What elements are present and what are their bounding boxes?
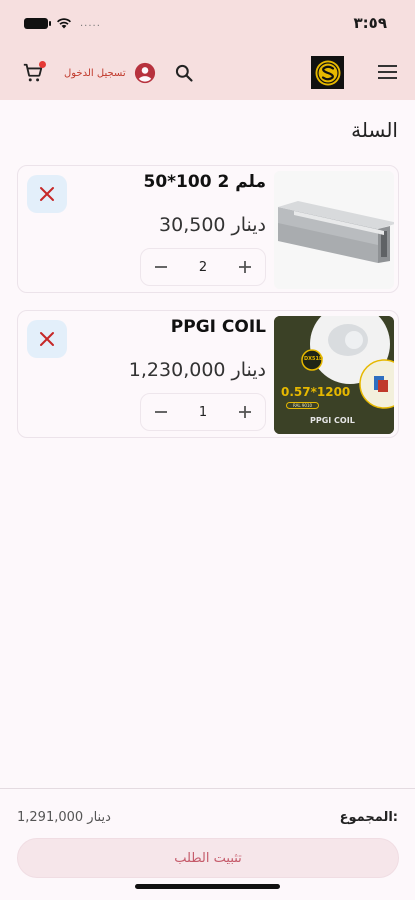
coil-caption-text: PPGI COIL — [310, 416, 355, 425]
coil-size-text: 0.57*1200 — [281, 385, 351, 399]
product-name: PPGI COIL — [170, 317, 266, 337]
cart-item: DX51D 0.57*1200 RAL 9010 PPGI COIL PPGI … — [17, 310, 399, 438]
minus-icon — [155, 266, 167, 268]
page-title: السلة — [351, 118, 398, 142]
close-icon — [40, 332, 54, 346]
account-icon[interactable] — [134, 62, 156, 84]
status-bar: ..... ٣:٥٩ — [0, 0, 415, 46]
steel-profile-image — [274, 171, 394, 289]
cart-screen: ..... ٣:٥٩ تسجيل الدخول السلة 50*100 2 م… — [0, 0, 415, 900]
logo-mark — [315, 60, 340, 85]
quantity-stepper: 1 — [140, 393, 266, 431]
minus-icon — [155, 411, 167, 413]
total-label: المجموع: — [339, 810, 398, 825]
remove-item-button[interactable] — [27, 320, 67, 358]
increment-button[interactable] — [235, 402, 255, 422]
total-value: 1,291,000 دينار — [17, 810, 111, 825]
summary-divider — [0, 788, 415, 789]
app-bar: تسجيل الدخول — [0, 46, 415, 100]
login-link[interactable]: تسجيل الدخول — [64, 68, 126, 79]
quantity-stepper: 2 — [140, 248, 266, 286]
home-indicator — [135, 884, 280, 889]
brand-logo[interactable] — [311, 56, 344, 89]
cart-button[interactable] — [22, 61, 46, 84]
status-time: ٣:٥٩ — [353, 14, 387, 32]
decrement-button[interactable] — [151, 257, 171, 277]
product-price: 1,230,000 دينار — [128, 359, 266, 381]
battery-icon — [24, 17, 51, 29]
increment-button[interactable] — [235, 257, 255, 277]
quantity-value: 1 — [198, 404, 208, 420]
product-image: DX51D 0.57*1200 RAL 9010 PPGI COIL — [274, 316, 394, 434]
carrier-signal: ..... — [80, 17, 101, 29]
status-indicators: ..... — [24, 17, 101, 29]
menu-icon[interactable] — [378, 64, 397, 80]
product-price: 30,500 دينار — [159, 214, 266, 236]
search-icon[interactable] — [174, 63, 194, 83]
cart-item: 50*100 2 ملم 30,500 دينار 2 — [17, 165, 399, 293]
quantity-value: 2 — [198, 259, 208, 275]
product-name: 50*100 2 ملم — [143, 172, 267, 192]
coil-grade-text: RAL 9010 — [286, 402, 320, 409]
cart-badge — [39, 61, 46, 68]
product-image — [274, 171, 394, 289]
coil-badge-text: DX51D — [304, 356, 324, 362]
plus-icon — [239, 261, 251, 273]
remove-item-button[interactable] — [27, 175, 67, 213]
decrement-button[interactable] — [151, 402, 171, 422]
wifi-icon — [57, 18, 71, 29]
close-icon — [40, 187, 54, 201]
checkout-button[interactable]: تثبيت الطلب — [17, 838, 399, 878]
plus-icon — [239, 406, 251, 418]
